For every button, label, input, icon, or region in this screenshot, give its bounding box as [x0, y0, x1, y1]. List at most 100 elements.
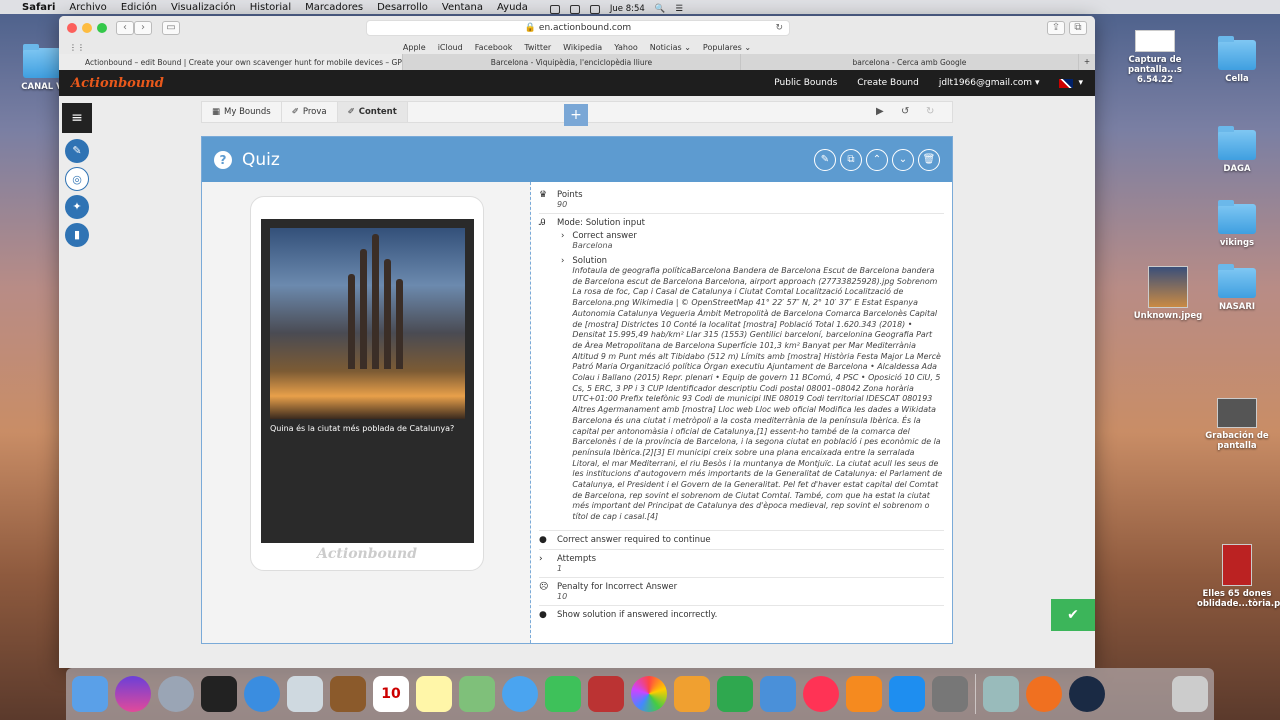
reload-icon[interactable]: ↻	[775, 21, 783, 35]
share-icon[interactable]: ⇪	[1047, 21, 1065, 35]
siri-icon[interactable]	[115, 676, 151, 712]
desktop-item-elles-pdf[interactable]: Elles 65 dones oblidade...tòria.pdf	[1197, 544, 1280, 609]
save-check-button[interactable]: ✔	[1051, 599, 1095, 631]
battery-icon[interactable]	[589, 4, 600, 14]
calendar-icon[interactable]: 10	[373, 676, 409, 712]
fav-yahoo[interactable]: Yahoo	[614, 43, 638, 52]
menu-ventana[interactable]: Ventana	[442, 2, 483, 13]
books-icon[interactable]	[846, 676, 882, 712]
back-button[interactable]: ‹	[116, 21, 134, 35]
menu-desarrollo[interactable]: Desarrollo	[377, 2, 428, 13]
sidebar-compass-icon[interactable]: ◎	[65, 167, 89, 191]
attempts-row[interactable]: › Attempts 1	[539, 550, 944, 578]
crumb-my-bounds[interactable]: ▦ My Bounds	[202, 102, 282, 122]
menu-edicion[interactable]: Edición	[121, 2, 157, 13]
close-window-button[interactable]	[67, 23, 77, 33]
desktop-item-captura[interactable]: Captura de pantalla...s 6.54.22	[1115, 30, 1195, 85]
hamburger-menu-icon[interactable]: ≡	[62, 103, 92, 133]
numbers-icon[interactable]	[717, 676, 753, 712]
solution-row[interactable]: › Solution Infotaula de geografia polític…	[561, 253, 944, 526]
address-bar[interactable]: 🔒 en.actionbound.com ↻	[366, 20, 790, 36]
desktop-item-grabacion[interactable]: Grabación de pantalla	[1197, 398, 1277, 451]
spotlight-icon[interactable]: 🔍	[655, 4, 666, 14]
nav-create-bound[interactable]: Create Bound	[857, 78, 919, 88]
menu-ayuda[interactable]: Ayuda	[497, 2, 528, 13]
maps-icon[interactable]	[459, 676, 495, 712]
vpn-icon[interactable]	[1026, 676, 1062, 712]
app-store-icon[interactable]	[889, 676, 925, 712]
menu-historial[interactable]: Historial	[250, 2, 291, 13]
safari-icon[interactable]	[244, 676, 280, 712]
fav-populares[interactable]: Populares ⌄	[703, 43, 751, 52]
tab-google[interactable]: barcelona - Cerca amb Google	[741, 54, 1079, 70]
music-icon[interactable]	[803, 676, 839, 712]
play-icon[interactable]: ▶	[876, 106, 884, 117]
crumb-content[interactable]: ✐ Content	[337, 102, 408, 122]
notes-icon[interactable]	[416, 676, 452, 712]
desktop-item-daga[interactable]: DAGA	[1197, 126, 1277, 174]
terminal-icon[interactable]	[201, 676, 237, 712]
fav-wikipedia[interactable]: Wikipedia	[563, 43, 602, 52]
zoom-window-button[interactable]	[97, 23, 107, 33]
keynote-slides-icon[interactable]	[760, 676, 796, 712]
move-down-icon[interactable]: ⌄	[892, 148, 914, 171]
nav-public-bounds[interactable]: Public Bounds	[774, 78, 837, 88]
points-row[interactable]: ♛ Points 90	[539, 186, 944, 214]
photos-icon[interactable]	[631, 676, 667, 712]
correct-answer-row[interactable]: › Correct answer Barcelona	[561, 228, 944, 253]
undo-icon[interactable]: ↺	[901, 106, 909, 117]
launchpad-icon[interactable]	[158, 676, 194, 712]
menu-visualizacion[interactable]: Visualización	[171, 2, 236, 13]
desktop-item-vikings[interactable]: vikings	[1197, 200, 1277, 248]
new-tab-button[interactable]: +	[1079, 54, 1095, 70]
copy-icon[interactable]: ⧉	[840, 148, 862, 171]
quicktime-icon[interactable]	[1069, 676, 1105, 712]
wifi-icon[interactable]	[569, 4, 580, 14]
redo-icon[interactable]: ↻	[926, 106, 934, 117]
clock[interactable]: Jue 8:54	[610, 4, 645, 14]
forward-button[interactable]: ›	[134, 21, 152, 35]
grid-icon[interactable]: ⋮⋮	[69, 43, 85, 52]
mail-icon[interactable]	[287, 676, 323, 712]
language-menu[interactable]: ▾	[1059, 78, 1083, 88]
record-icon[interactable]	[549, 4, 560, 14]
photo-booth-icon[interactable]	[588, 676, 624, 712]
minimize-window-button[interactable]	[82, 23, 92, 33]
preview-icon[interactable]	[983, 676, 1019, 712]
sidebar-quill-icon[interactable]: ✎	[65, 139, 89, 163]
keynote-icon[interactable]	[674, 676, 710, 712]
tab-actionbound[interactable]: Actionbound – edit Bound | Create your o…	[59, 54, 403, 70]
move-up-icon[interactable]: ⌃	[866, 148, 888, 171]
fav-twitter[interactable]: Twitter	[524, 43, 551, 52]
show-solution-row[interactable]: ● Show solution if answered incorrectly.	[539, 606, 944, 624]
user-menu[interactable]: jdlt1966@gmail.com ▾	[939, 78, 1040, 88]
contacts-icon[interactable]	[330, 676, 366, 712]
crumb-prova[interactable]: ✐ Prova	[282, 102, 338, 122]
menu-marcadores[interactable]: Marcadores	[305, 2, 363, 13]
tab-viquipedia[interactable]: Barcelona - Viquipèdia, l'enciclopèdia l…	[403, 54, 741, 70]
edit-icon[interactable]: ✎	[814, 148, 836, 171]
add-element-button[interactable]: +	[564, 104, 588, 126]
sidebar-chart-icon[interactable]: ▮	[65, 223, 89, 247]
facetime-icon[interactable]	[545, 676, 581, 712]
messages-icon[interactable]	[502, 676, 538, 712]
penalty-row[interactable]: ☹ Penalty for Incorrect Answer 10	[539, 578, 944, 606]
correct-required-row[interactable]: ● Correct answer required to continue	[539, 531, 944, 550]
system-preferences-icon[interactable]	[932, 676, 968, 712]
fav-icloud[interactable]: iCloud	[438, 43, 463, 52]
menu-archivo[interactable]: Archivo	[69, 2, 106, 13]
fav-apple[interactable]: Apple	[403, 43, 426, 52]
fav-noticias[interactable]: Noticias ⌄	[650, 43, 691, 52]
fav-facebook[interactable]: Facebook	[475, 43, 513, 52]
sidebar-toggle-icon[interactable]: ▭	[162, 21, 180, 35]
desktop-item-nasari[interactable]: NASARI	[1197, 264, 1277, 312]
desktop-item-unknown-jpeg[interactable]: Unknown.jpeg	[1128, 266, 1208, 321]
tabs-overview-icon[interactable]: ⧉	[1069, 21, 1087, 35]
menu-list-icon[interactable]: ☰	[675, 4, 683, 14]
mode-label[interactable]: Mode: Solution input	[557, 218, 645, 228]
actionbound-logo[interactable]: Actionbound	[71, 76, 164, 91]
trash-icon[interactable]	[1172, 676, 1208, 712]
delete-icon[interactable]: 🗑	[918, 148, 940, 171]
desktop-item-cella[interactable]: Cella	[1197, 36, 1277, 84]
sidebar-wrench-icon[interactable]: ✦	[65, 195, 89, 219]
